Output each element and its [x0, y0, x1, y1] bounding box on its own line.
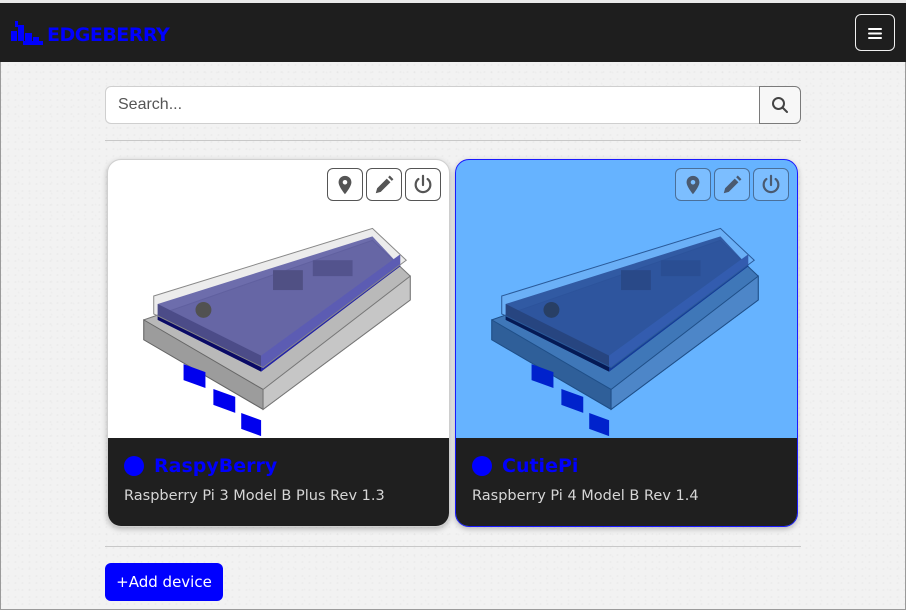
divider-bottom: [105, 546, 801, 547]
navbar: EDGEBERRY: [0, 0, 906, 62]
device-card[interactable]: RaspyBerry Raspberry Pi 3 Model B Plus R…: [107, 159, 450, 527]
device-title: RaspyBerry: [124, 454, 433, 478]
edit-button[interactable]: [714, 168, 750, 201]
card-body: CutiePi Raspberry Pi 4 Model B Rev 1.4: [456, 438, 797, 526]
menu-toggle-button[interactable]: [855, 14, 895, 51]
device-name[interactable]: CutiePi: [502, 455, 578, 477]
location-icon: [686, 175, 700, 194]
device-title: CutiePi: [472, 454, 781, 478]
status-indicator: [472, 456, 492, 476]
device-model: Raspberry Pi 3 Model B Plus Rev 1.3: [124, 488, 385, 504]
location-icon: [338, 175, 352, 194]
device-image: [143, 227, 411, 437]
hamburger-icon: [868, 27, 882, 39]
edit-button[interactable]: [366, 168, 402, 201]
card-actions: [675, 168, 789, 201]
location-button[interactable]: [327, 168, 363, 201]
search-bar: [105, 86, 801, 124]
brand[interactable]: EDGEBERRY: [11, 20, 170, 48]
power-button[interactable]: [753, 168, 789, 201]
search-input[interactable]: [105, 86, 759, 124]
power-button[interactable]: [405, 168, 441, 201]
brand-logo-icon: [11, 21, 43, 45]
pencil-icon: [375, 175, 394, 193]
power-icon: [414, 174, 432, 193]
divider-top: [105, 140, 801, 141]
add-device-button[interactable]: +Add device: [105, 563, 223, 601]
card-actions: [327, 168, 441, 201]
search-button[interactable]: [759, 86, 801, 124]
search-icon: [772, 97, 788, 113]
device-model: Raspberry Pi 4 Model B Rev 1.4: [472, 488, 699, 504]
device-image: [491, 227, 759, 437]
location-button[interactable]: [675, 168, 711, 201]
status-indicator: [124, 456, 144, 476]
power-icon: [762, 174, 780, 193]
card-body: RaspyBerry Raspberry Pi 3 Model B Plus R…: [108, 438, 449, 526]
brand-name: EDGEBERRY: [47, 24, 170, 46]
device-card[interactable]: CutiePi Raspberry Pi 4 Model B Rev 1.4: [455, 159, 798, 527]
pencil-icon: [723, 175, 742, 193]
device-name[interactable]: RaspyBerry: [154, 455, 277, 477]
